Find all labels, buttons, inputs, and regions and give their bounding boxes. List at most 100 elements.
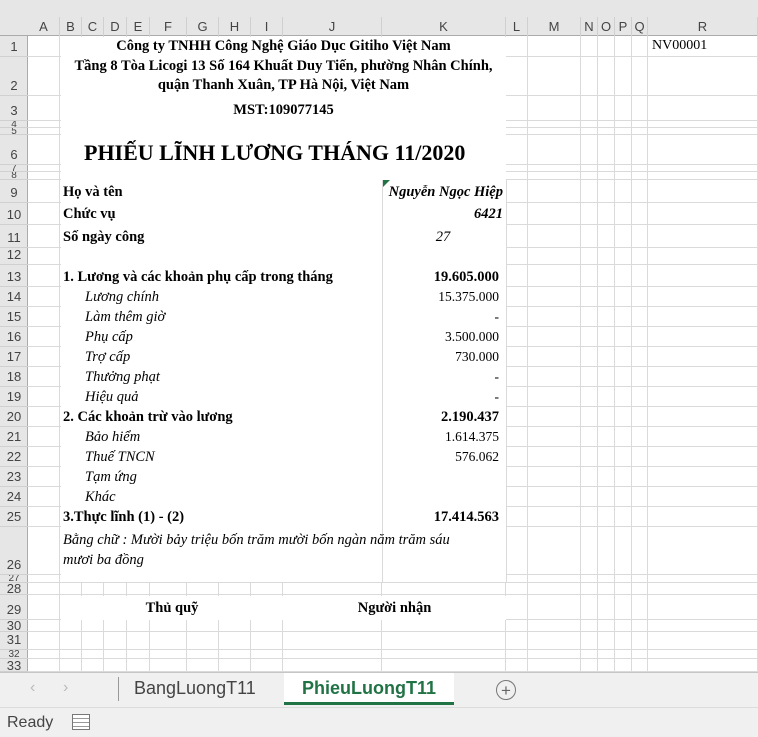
row-header-20[interactable]: 20 xyxy=(0,407,28,427)
gridline xyxy=(28,658,758,659)
company-name: Công ty TNHH Công Nghệ Giáo Dục Gitiho V… xyxy=(116,38,451,54)
row-header-10[interactable]: 10 xyxy=(0,203,28,225)
tax-code: MST:109077145 xyxy=(233,102,334,118)
column-header-D[interactable]: D xyxy=(104,17,127,36)
row-header-25[interactable]: 25 xyxy=(0,507,28,527)
row-header-15[interactable]: 15 xyxy=(0,307,28,327)
gridline xyxy=(597,36,598,672)
gridline xyxy=(28,594,758,595)
row-header-4[interactable]: 4 xyxy=(0,121,28,128)
row-header-30[interactable]: 30 xyxy=(0,620,28,632)
tab-phieuluongt11[interactable]: PhieuLuongT11 xyxy=(284,673,454,705)
row-header-2[interactable]: 2 xyxy=(0,57,28,96)
line-label: Lương chính xyxy=(85,289,160,305)
line-value: 1.614.375 xyxy=(445,429,499,444)
line-value: - xyxy=(494,309,500,324)
line-label: Hiệu quả xyxy=(85,389,139,405)
row-header-13[interactable]: 13 xyxy=(0,265,28,287)
line-value: - xyxy=(494,389,500,404)
row-header-33[interactable]: 33 xyxy=(0,659,28,672)
row-header-21[interactable]: 21 xyxy=(0,427,28,447)
line-label: Làm thêm giờ xyxy=(85,309,166,325)
row-header-1[interactable]: 1 xyxy=(0,36,28,57)
column-header-I[interactable]: I xyxy=(251,17,283,36)
line-label: Phụ cấp xyxy=(85,329,133,345)
gridline xyxy=(580,36,581,672)
row-header-24[interactable]: 24 xyxy=(0,487,28,507)
row-header-5[interactable]: 5 xyxy=(0,128,28,135)
comment-indicator-icon xyxy=(383,180,390,187)
row-header-11[interactable]: 11 xyxy=(0,225,28,248)
line-label: 3.Thực lĩnh (1) - (2) xyxy=(63,509,185,525)
column-header-M[interactable]: M xyxy=(528,17,581,36)
treasurer-label: Thủ quỹ xyxy=(145,600,199,616)
amount-in-words: Bằng chữ : Mười bảy triệu bốn trăm mười … xyxy=(63,532,450,548)
status-bar: Ready xyxy=(0,707,758,737)
column-headers: ABCDEFGHIJKLMNOPQR xyxy=(0,17,758,36)
column-header-P[interactable]: P xyxy=(615,17,632,36)
gridline xyxy=(28,649,758,650)
line-label: Khác xyxy=(85,489,116,505)
line-label: Bảo hiểm xyxy=(85,429,141,445)
row-header-29[interactable]: 29 xyxy=(0,595,28,620)
column-header-L[interactable]: L xyxy=(506,17,528,36)
line-value: 15.375.000 xyxy=(438,289,499,304)
scroll-left-icon[interactable]: ‹ xyxy=(30,679,35,697)
gridline xyxy=(28,582,758,583)
column-header-E[interactable]: E xyxy=(127,17,150,36)
row-header-18[interactable]: 18 xyxy=(0,367,28,387)
row-header-7[interactable]: 7 xyxy=(0,165,28,172)
row-header-31[interactable]: 31 xyxy=(0,632,28,650)
column-header-G[interactable]: G xyxy=(187,17,219,36)
row-header-6[interactable]: 6 xyxy=(0,135,28,165)
employee-id-cell[interactable]: NV00001 xyxy=(652,38,707,54)
address-line-2: quận Thanh Xuân, TP Hà Nội, Việt Nam xyxy=(157,77,410,93)
row-header-23[interactable]: 23 xyxy=(0,467,28,487)
column-header-K[interactable]: K xyxy=(382,17,506,36)
line-label: Tạm ứng xyxy=(85,469,137,485)
macro-record-icon[interactable] xyxy=(72,714,90,730)
column-header-A[interactable]: A xyxy=(28,17,60,36)
row-header-17[interactable]: 17 xyxy=(0,347,28,367)
column-header-C[interactable]: C xyxy=(82,17,104,36)
formula-area xyxy=(0,0,758,17)
column-header-H[interactable]: H xyxy=(219,17,251,36)
row-header-19[interactable]: 19 xyxy=(0,387,28,407)
line-label: Trợ cấp xyxy=(85,349,131,365)
line-value: 2.190.437 xyxy=(441,409,499,425)
receiver-label: Người nhận xyxy=(357,600,432,616)
column-header-R[interactable]: R xyxy=(648,17,758,36)
row-header-22[interactable]: 22 xyxy=(0,447,28,467)
column-header-Q[interactable]: Q xyxy=(632,17,648,36)
line-value: 3.500.000 xyxy=(445,329,499,344)
column-header-N[interactable]: N xyxy=(581,17,598,36)
row-header-16[interactable]: 16 xyxy=(0,327,28,347)
row-header-3[interactable]: 3 xyxy=(0,96,28,121)
column-header-F[interactable]: F xyxy=(150,17,187,36)
row-header-8[interactable]: 8 xyxy=(0,172,28,180)
tab-bangluongt11[interactable]: BangLuongT11 xyxy=(122,673,268,705)
row-header-27[interactable]: 27 xyxy=(0,575,28,583)
info-value: 27 xyxy=(435,229,451,245)
column-header-B[interactable]: B xyxy=(60,17,82,36)
divider xyxy=(506,180,507,582)
amount-in-words-cont: mươi ba đồng xyxy=(63,552,144,568)
divider xyxy=(118,677,119,701)
line-label: Thuế TNCN xyxy=(85,449,155,465)
row-header-9[interactable]: 9 xyxy=(0,180,28,203)
column-header-J[interactable]: J xyxy=(283,17,382,36)
line-value: 19.605.000 xyxy=(433,269,499,285)
scroll-right-icon[interactable]: › xyxy=(63,679,68,697)
row-header-26[interactable]: 26 xyxy=(0,527,28,575)
row-header-12[interactable]: 12 xyxy=(0,248,28,265)
row-header-32[interactable]: 32 xyxy=(0,650,28,659)
add-sheet-icon[interactable]: + xyxy=(496,680,516,700)
info-label: Chức vụ xyxy=(63,206,116,222)
info-value: Nguyễn Ngọc Hiệp xyxy=(388,184,503,200)
info-label: Số ngày công xyxy=(63,229,145,245)
column-header-O[interactable]: O xyxy=(598,17,615,36)
row-header-28[interactable]: 28 xyxy=(0,583,28,595)
info-value: 6421 xyxy=(474,206,503,222)
gridline xyxy=(527,36,528,672)
row-header-14[interactable]: 14 xyxy=(0,287,28,307)
